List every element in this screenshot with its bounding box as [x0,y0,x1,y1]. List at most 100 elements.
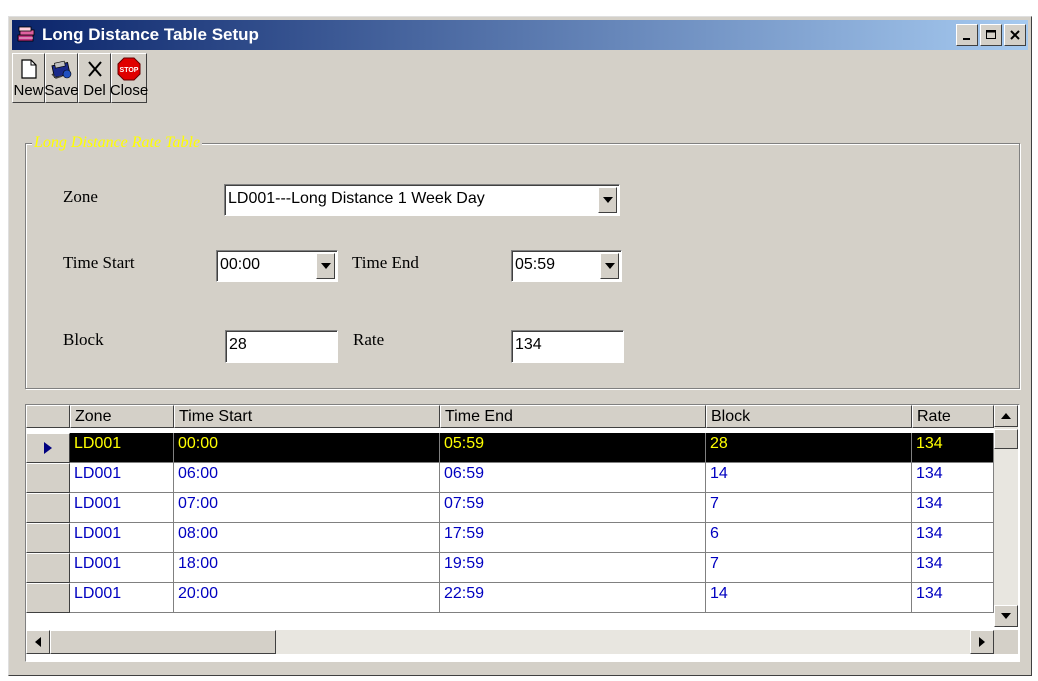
cell-block[interactable]: 28 [706,433,912,463]
column-header-rate[interactable]: Rate [912,405,994,428]
time-start-dropdown-button[interactable] [316,253,335,279]
cell-time-end[interactable]: 22:59 [440,583,706,613]
block-label: Block [63,330,104,349]
time-start-label: Time Start [63,253,135,272]
arrow-left-icon [35,637,41,647]
row-indicator[interactable] [26,553,70,583]
delete-button[interactable]: Del [78,53,111,103]
scroll-up-button[interactable] [994,405,1018,427]
horizontal-scrollbar[interactable] [26,630,994,654]
cell-rate[interactable]: 134 [912,433,994,463]
group-title: Long Distance Rate Table [32,134,203,152]
cell-rate[interactable]: 134 [912,583,994,613]
cell-rate[interactable]: 134 [912,463,994,493]
maximize-button[interactable] [980,24,1002,46]
time-end-label: Time End [352,253,419,272]
row-indicator[interactable] [26,463,70,493]
cell-zone[interactable]: LD001 [70,583,174,613]
close-icon [1010,30,1020,40]
rate-input[interactable]: 134 [511,330,624,363]
cell-block[interactable]: 7 [706,493,912,523]
window-title: Long Distance Table Setup [42,25,259,44]
cell-zone[interactable]: LD001 [70,553,174,583]
new-label: New [13,82,44,99]
cell-rate[interactable]: 134 [912,493,994,523]
arrow-right-icon [979,637,985,647]
save-icon [50,60,71,79]
save-button[interactable]: Save [44,53,79,103]
horizontal-scroll-thumb[interactable] [50,630,276,654]
title-bar[interactable]: Long Distance Table Setup [12,20,1028,50]
cell-block[interactable]: 7 [706,553,912,583]
column-header-time-start[interactable]: Time Start [174,405,440,428]
cell-time-start[interactable]: 07:00 [174,493,440,523]
close-label: Close [109,82,149,99]
chevron-down-icon [320,263,331,269]
block-value: 28 [229,336,247,353]
scrollbar-corner [994,630,1018,654]
cell-time-end[interactable]: 06:59 [440,463,706,493]
cell-zone[interactable]: LD001 [70,523,174,553]
rate-grid[interactable]: Zone Time Start Time End Block Rate LD00… [25,404,1020,662]
chevron-down-icon [604,263,615,269]
row-indicator[interactable] [26,493,70,523]
cell-time-end[interactable]: 17:59 [440,523,706,553]
cell-time-start[interactable]: 08:00 [174,523,440,553]
cell-zone[interactable]: LD001 [70,493,174,523]
column-header-time-end[interactable]: Time End [440,405,706,428]
time-end-select[interactable]: 05:59 [511,250,622,282]
row-indicator[interactable] [26,433,70,463]
column-header-zone[interactable]: Zone [70,405,174,428]
scroll-down-button[interactable] [994,605,1018,627]
minimize-icon [963,38,970,40]
zone-label: Zone [63,187,98,206]
arrow-down-icon [1001,613,1011,619]
cell-rate[interactable]: 134 [912,523,994,553]
maximize-icon [986,30,996,39]
stop-sign-text: STOP [120,67,139,74]
cell-rate[interactable]: 134 [912,553,994,583]
del-label: Del [83,82,106,99]
time-start-value: 00:00 [220,256,261,273]
current-row-arrow-icon [44,442,52,454]
scroll-right-button[interactable] [970,630,994,654]
minimize-button[interactable] [956,24,978,46]
delete-x-icon [87,61,102,77]
cell-time-end[interactable]: 19:59 [440,553,706,583]
row-indicator[interactable] [26,583,70,613]
rate-value: 134 [515,336,542,353]
time-end-dropdown-button[interactable] [600,253,619,279]
cell-time-end[interactable]: 05:59 [440,433,706,463]
rate-label: Rate [353,330,385,349]
new-document-icon [20,59,37,79]
cell-block[interactable]: 14 [706,463,912,493]
arrow-up-icon [1001,413,1011,419]
scroll-left-button[interactable] [26,630,50,654]
cell-block[interactable]: 14 [706,583,912,613]
cell-time-start[interactable]: 00:00 [174,433,440,463]
time-start-select[interactable]: 00:00 [216,250,338,282]
cell-zone[interactable]: LD001 [70,433,174,463]
zone-dropdown-button[interactable] [598,187,617,213]
row-indicator-header [26,405,70,428]
vertical-scrollbar[interactable] [994,405,1018,627]
close-window-button[interactable] [1004,24,1026,46]
column-header-block[interactable]: Block [706,405,912,428]
close-button[interactable]: STOP Close [109,53,149,103]
block-input[interactable]: 28 [225,330,338,363]
cell-time-start[interactable]: 20:00 [174,583,440,613]
toolbar: New Save Del STOP Close [12,53,149,103]
zone-value: LD001---Long Distance 1 Week Day [228,190,485,207]
save-label: Save [44,82,79,99]
scroll-thumb[interactable] [994,429,1018,449]
cell-time-start[interactable]: 18:00 [174,553,440,583]
time-end-value: 05:59 [515,256,556,273]
cell-time-end[interactable]: 07:59 [440,493,706,523]
new-button[interactable]: New [12,53,45,103]
cell-time-start[interactable]: 06:00 [174,463,440,493]
stop-sign-icon: STOP [117,57,141,81]
zone-select[interactable]: LD001---Long Distance 1 Week Day [224,184,620,216]
cell-block[interactable]: 6 [706,523,912,553]
row-indicator[interactable] [26,523,70,553]
cell-zone[interactable]: LD001 [70,463,174,493]
